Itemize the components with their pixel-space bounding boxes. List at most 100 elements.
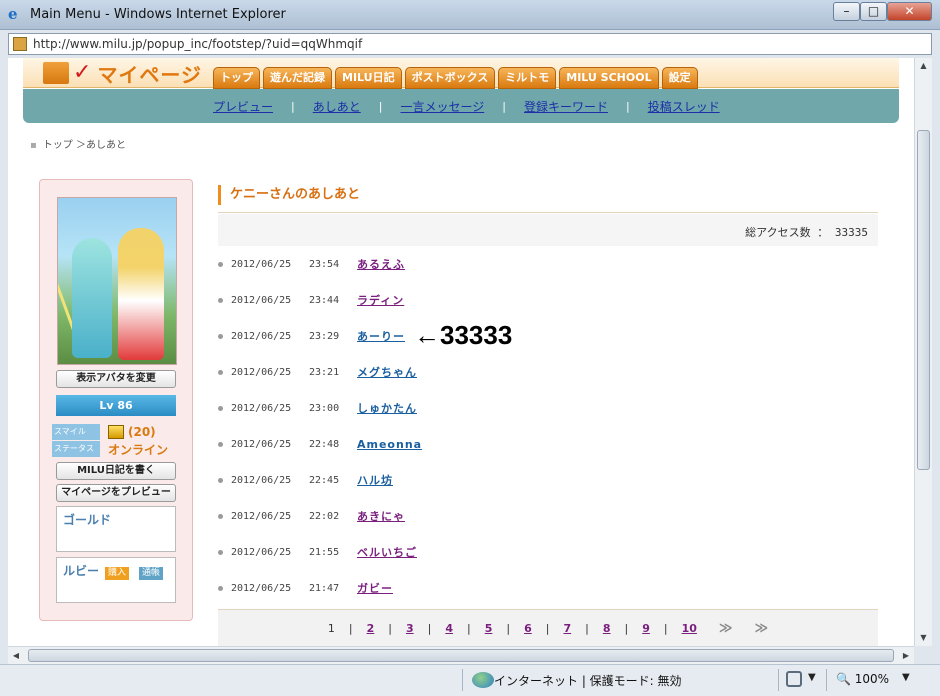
- maximize-button[interactable]: □: [860, 2, 887, 21]
- preview-mypage-button[interactable]: マイページをプレビュー: [56, 484, 176, 502]
- pager-separator: |: [467, 621, 471, 635]
- pager-separator: |: [545, 621, 550, 635]
- write-diary-button[interactable]: MILU日記を書く: [56, 462, 176, 480]
- bullet-icon: [218, 585, 223, 591]
- footstep-row: 2012/06/25 21:55 ベルいちご: [218, 543, 878, 561]
- tab-played-record[interactable]: 遊んだ記録: [263, 67, 332, 89]
- page-link[interactable]: 6: [524, 622, 532, 635]
- url-field[interactable]: http://www.milu.jp/popup_inc/footstep/?u…: [8, 33, 932, 55]
- chevron-down-icon[interactable]: ▼: [902, 672, 910, 683]
- level-bar: Lv 86: [56, 395, 176, 416]
- visit-date: 2012/06/25: [231, 546, 292, 558]
- profile-panel: 表示アバタを変更 Lv 86 スマイル (20) ステータス オンライン MIL…: [39, 179, 193, 621]
- buy-button[interactable]: 購入: [105, 567, 130, 580]
- vertical-scrollbar[interactable]: ▲ ▼: [914, 58, 932, 646]
- title-divider: [218, 212, 878, 213]
- page-link[interactable]: 2: [367, 622, 375, 635]
- sub-navigation: プレビュー | あしあと | 一言メッセージ | 登録キーワード | 投稿スレッ…: [23, 89, 899, 123]
- subnav-message[interactable]: 一言メッセージ: [400, 98, 484, 115]
- pager-separator: |: [624, 621, 629, 635]
- page-link[interactable]: 7: [563, 622, 571, 635]
- tab-settings[interactable]: 設定: [661, 67, 698, 89]
- horizontal-scrollbar[interactable]: ◀ ▶: [8, 646, 914, 664]
- visitor-link[interactable]: ベルいちご: [357, 544, 417, 560]
- ruby-box: ルビー 購入 通帳: [56, 557, 176, 603]
- subnav-preview[interactable]: プレビュー: [213, 98, 273, 115]
- mypage-logo[interactable]: ✓ マイページ: [43, 58, 202, 88]
- scroll-left-arrow-icon[interactable]: ◀: [8, 647, 24, 664]
- footstep-row: 2012/06/25 23:44 ラディン: [218, 291, 878, 309]
- checkmark-icon: ✓: [73, 60, 92, 85]
- tab-milu-school[interactable]: MILU SCHOOL: [559, 67, 659, 89]
- horizontal-scroll-thumb[interactable]: [28, 649, 894, 662]
- bankbook-button[interactable]: 通帳: [139, 567, 164, 580]
- bullet-icon: [218, 477, 223, 483]
- vertical-scroll-thumb[interactable]: [917, 130, 930, 470]
- visit-time: 23:21: [309, 366, 340, 378]
- smile-label: スマイル: [52, 424, 100, 440]
- visitor-link[interactable]: Ameonna: [357, 438, 422, 451]
- security-lock-icon[interactable]: [786, 671, 802, 687]
- page-viewport: ✓ マイページ トップ 遊んだ記録 MILU日記 ポストボックス ミルトモ MI…: [8, 58, 914, 646]
- page-icon: [13, 37, 27, 51]
- page-link[interactable]: 5: [485, 622, 493, 635]
- subnav-threads[interactable]: 投稿スレッド: [648, 98, 720, 115]
- next-page-arrow[interactable]: ≫: [719, 621, 733, 636]
- page-current: 1: [327, 621, 335, 635]
- breadcrumb-current: あしあと: [85, 140, 126, 151]
- minimize-button[interactable]: –: [833, 2, 860, 21]
- access-separator: ：: [817, 226, 829, 239]
- bullet-icon: [218, 261, 223, 267]
- bullet-icon: [218, 369, 223, 375]
- page-link[interactable]: 3: [406, 622, 414, 635]
- tab-top[interactable]: トップ: [213, 67, 260, 89]
- footstep-row: 2012/06/25 23:00 しゅかたん: [218, 399, 878, 417]
- visitor-link[interactable]: あるえふ: [357, 256, 405, 272]
- close-button[interactable]: ✕: [887, 2, 932, 21]
- smile-row: スマイル (20): [52, 424, 156, 440]
- subnav-separator: |: [378, 100, 383, 113]
- breadcrumb-top[interactable]: トップ: [43, 140, 73, 151]
- tab-postbox[interactable]: ポストボックス: [404, 67, 496, 89]
- tab-milu-diary[interactable]: MILU日記: [335, 67, 402, 89]
- change-avatar-button[interactable]: 表示アバタを変更: [56, 370, 176, 388]
- footstep-row: 2012/06/25 22:45 ハル坊: [218, 471, 878, 489]
- page-link[interactable]: 10: [682, 622, 697, 635]
- scroll-up-arrow-icon[interactable]: ▲: [915, 58, 932, 74]
- status-separator: [462, 669, 463, 691]
- scroll-down-arrow-icon[interactable]: ▼: [915, 630, 932, 646]
- subnav-footstep[interactable]: あしあと: [313, 98, 361, 115]
- total-access: 総アクセス数 ： 33335: [745, 224, 868, 240]
- chevron-down-icon[interactable]: ▼: [808, 672, 816, 683]
- page-link[interactable]: 8: [603, 622, 611, 635]
- page-link[interactable]: 4: [445, 622, 453, 635]
- visitor-link[interactable]: あきにゃ: [357, 508, 405, 524]
- subnav-keywords[interactable]: 登録キーワード: [524, 98, 608, 115]
- scroll-right-arrow-icon[interactable]: ▶: [898, 647, 914, 664]
- internet-explorer-icon: e: [8, 5, 18, 23]
- status-bar: インターネット | 保護モード: 無効 ▼ 🔍 100% ▼: [0, 664, 940, 696]
- visit-date: 2012/06/25: [231, 366, 292, 378]
- status-value: オンライン: [108, 442, 169, 457]
- page-link[interactable]: 9: [642, 622, 650, 635]
- visitor-link[interactable]: メグちゃん: [357, 364, 417, 380]
- pager-separator: |: [506, 621, 511, 635]
- visitor-link[interactable]: あーりー: [357, 328, 405, 344]
- breadcrumb-separator: ＞: [75, 140, 86, 151]
- bullet-icon: [218, 405, 223, 411]
- footstep-row: 2012/06/25 23:21 メグちゃん: [218, 363, 878, 381]
- security-zone[interactable]: インターネット | 保護モード: 無効: [472, 672, 682, 689]
- tab-milutomo[interactable]: ミルトモ: [498, 67, 557, 89]
- bullet-icon: [218, 297, 223, 303]
- pager-separator: |: [427, 621, 432, 635]
- last-page-arrow[interactable]: ≫: [755, 621, 769, 636]
- visitor-link[interactable]: ラディン: [357, 292, 404, 308]
- visitor-link[interactable]: ガビー: [357, 580, 393, 596]
- visit-date: 2012/06/25: [231, 438, 292, 450]
- zoom-level[interactable]: 🔍 100%: [836, 672, 889, 686]
- visitor-link[interactable]: ハル坊: [357, 472, 393, 488]
- pagination: 1 | 2 | 3 | 4 | 5 | 6 | 7 | 8 | 9 | 10 ≫…: [218, 610, 878, 646]
- status-label: ステータス: [52, 441, 100, 457]
- visitor-link[interactable]: しゅかたん: [357, 400, 417, 416]
- bullet-icon: [218, 441, 223, 447]
